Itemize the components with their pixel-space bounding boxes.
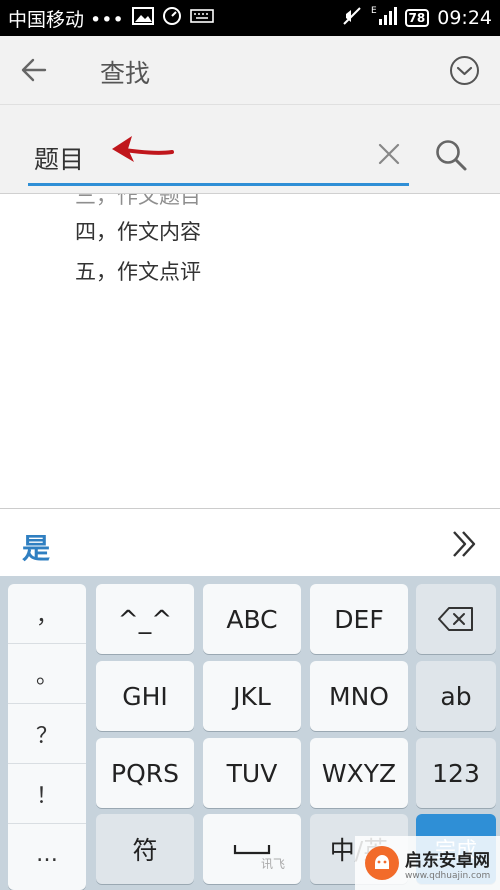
- key-pqrs[interactable]: PQRS: [96, 738, 194, 808]
- key-tuv[interactable]: TUV: [203, 738, 301, 808]
- watermark-logo-icon: [365, 846, 399, 880]
- punct-key-exclaim[interactable]: ！: [8, 764, 86, 824]
- speed-icon: [162, 6, 182, 31]
- double-chevron-right-icon: [453, 531, 476, 557]
- key-abc[interactable]: ABC: [203, 584, 301, 654]
- clear-button[interactable]: [376, 141, 402, 167]
- key-def[interactable]: DEF: [310, 584, 408, 654]
- punct-key-ellipsis[interactable]: …: [8, 824, 86, 884]
- key-123[interactable]: 123: [416, 738, 496, 808]
- keyboard-icon: [189, 7, 214, 29]
- punctuation-column: ， 。 ？ ！ …: [8, 584, 86, 890]
- backspace-icon: [438, 607, 473, 631]
- key-wxyz[interactable]: WXYZ: [310, 738, 408, 808]
- ime-brand-label: 讯飞: [261, 857, 286, 871]
- key-mno[interactable]: MNO: [310, 661, 408, 731]
- signal-icon: E: [371, 5, 397, 32]
- clock: 09:24: [437, 7, 492, 29]
- truncated-line: 三，作文题目: [75, 194, 201, 208]
- screen: 中国移动 ••• E 78 09:24 查找 题目 三，作文题目 四，作文内容 …: [0, 0, 500, 890]
- chevron-down-circle-icon: [450, 56, 479, 85]
- battery-indicator: 78: [404, 9, 430, 27]
- punct-key-period[interactable]: 。: [8, 644, 86, 704]
- search-input[interactable]: 题目: [34, 140, 84, 176]
- close-icon: [378, 143, 400, 165]
- page-title: 查找: [100, 59, 151, 88]
- search-icon: [436, 140, 467, 171]
- gallery-icon: [131, 6, 154, 30]
- carrier-label: 中国移动 •••: [8, 8, 124, 31]
- key-jkl[interactable]: JKL: [203, 661, 301, 731]
- expand-candidates-button[interactable]: [450, 529, 478, 559]
- watermark-title: 启东安卓网: [405, 850, 490, 871]
- symbol-key[interactable]: 符: [96, 814, 194, 884]
- app-bar: 查找: [0, 36, 500, 104]
- document-content: 三，作文题目 四，作文内容 五，作文点评: [0, 194, 500, 508]
- key-emoticon[interactable]: ^_^: [96, 584, 194, 654]
- candidate-bar: 是: [0, 508, 500, 576]
- watermark: 启东安卓网 www.qdhuajin.com: [355, 836, 500, 890]
- search-bar: 题目: [0, 104, 500, 194]
- punct-key-comma[interactable]: ，: [8, 584, 86, 644]
- watermark-url: www.qdhuajin.com: [405, 870, 491, 881]
- key-ab[interactable]: ab: [416, 661, 496, 731]
- search-button[interactable]: [433, 137, 469, 173]
- status-bar: 中国移动 ••• E 78 09:24: [0, 0, 500, 36]
- candidate-word[interactable]: 是: [22, 527, 50, 567]
- backspace-key[interactable]: [416, 584, 496, 654]
- content-line: 四，作文内容: [75, 220, 201, 244]
- search-input-underline: [28, 183, 409, 186]
- svg-text:E: E: [371, 6, 377, 16]
- silent-icon: [341, 6, 363, 31]
- back-arrow-icon: [21, 58, 47, 82]
- space-key[interactable]: 讯飞: [203, 814, 301, 884]
- more-options-button[interactable]: [449, 55, 480, 86]
- punct-key-question[interactable]: ？: [8, 704, 86, 764]
- key-ghi[interactable]: GHI: [96, 661, 194, 731]
- annotation-arrow-icon: [112, 136, 174, 162]
- back-button[interactable]: [16, 52, 52, 88]
- content-line: 五，作文点评: [75, 260, 201, 284]
